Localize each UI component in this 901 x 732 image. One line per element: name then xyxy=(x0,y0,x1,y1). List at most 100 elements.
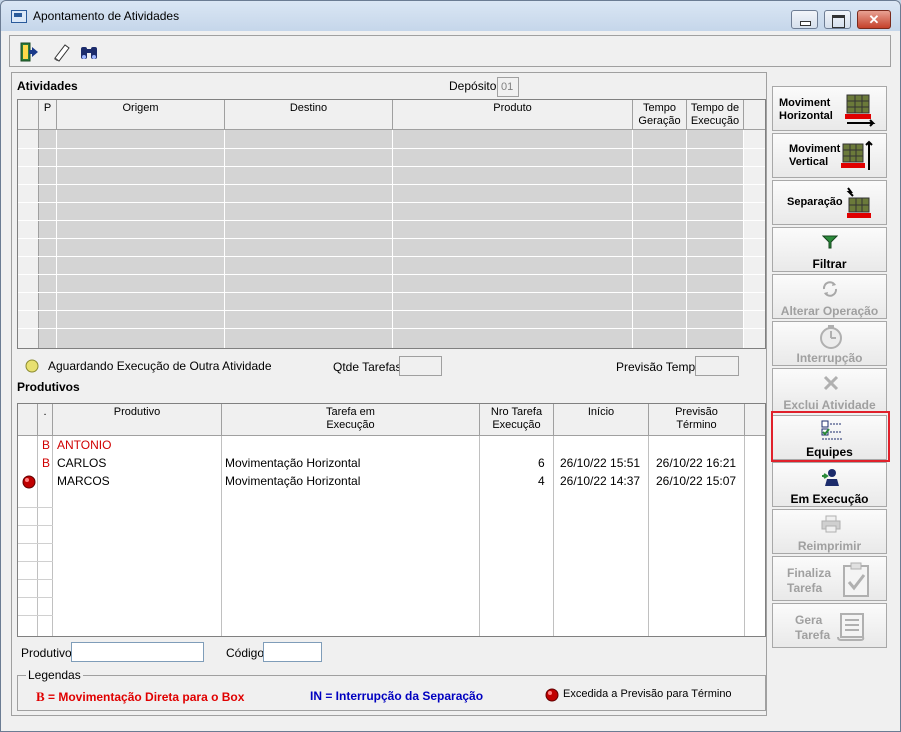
deposito-label: Depósito xyxy=(449,79,497,93)
grid-row-line xyxy=(18,292,765,293)
row-flag: B xyxy=(42,438,51,452)
grid-row-line xyxy=(18,328,765,329)
exclui-atividade-label: Exclui Atividade xyxy=(783,398,876,412)
app-icon xyxy=(11,10,27,23)
col-tarefa[interactable]: Tarefa em Execução xyxy=(222,404,480,436)
grid-column xyxy=(57,130,225,348)
atividades-title: Atividades xyxy=(17,79,78,93)
pallet-horizontal-icon xyxy=(845,94,876,127)
em-execucao-button[interactable]: Em Execução xyxy=(772,462,887,507)
selection-highlight xyxy=(771,411,890,462)
col-dot[interactable]: . xyxy=(38,404,53,436)
legend-title: Legendas xyxy=(26,668,83,682)
exit-button[interactable] xyxy=(16,39,40,63)
col-tempo-geracao[interactable]: Tempo Geração xyxy=(633,100,687,130)
legend-box: Legendas B = Movimentação Direta para o … xyxy=(17,668,766,711)
interrupcao-button[interactable]: Interrupção xyxy=(772,321,887,366)
row-inicio: 26/10/22 15:51 xyxy=(560,456,641,470)
atividades-grid[interactable]: P Origem Destino Produto Tempo Geração T… xyxy=(17,99,766,349)
deposito-field[interactable]: 01 xyxy=(497,77,519,97)
row-produtivo: MARCOS xyxy=(57,474,110,488)
alterar-operacao-label: Alterar Operação xyxy=(780,304,879,318)
gera-tarefa-label: Gera Tarefa xyxy=(795,613,830,643)
grid-row-line xyxy=(18,310,765,311)
moviment-vertical-button[interactable]: Moviment Vertical xyxy=(772,133,887,178)
alterar-operacao-button[interactable]: Alterar Operação xyxy=(772,274,887,319)
separacao-label: Separação xyxy=(787,196,843,208)
moviment-horizontal-button[interactable]: Moviment Horizontal xyxy=(772,86,887,131)
main-window: Apontamento de Atividades ✕ Atividades D… xyxy=(0,0,901,732)
row-flag: B xyxy=(42,456,51,470)
col-previsao-termino[interactable]: Previsão Término xyxy=(649,404,745,436)
row-tarefa: Movimentação Horizontal xyxy=(225,456,361,470)
legend-in: IN = Interrupção da Separação xyxy=(310,689,484,703)
grid-header-filler xyxy=(745,404,765,436)
label-line: Tarefa xyxy=(795,628,831,642)
reimprimir-button[interactable]: Reimprimir xyxy=(772,509,887,554)
produtivo-filter-input[interactable] xyxy=(71,642,204,662)
grid-corner xyxy=(18,100,39,130)
minimize-button[interactable] xyxy=(791,10,818,29)
maximize-button[interactable] xyxy=(824,10,851,29)
col-produtivo[interactable]: Produtivo xyxy=(53,404,222,436)
printer-icon xyxy=(821,515,841,533)
grid-column xyxy=(225,130,393,348)
grid-column xyxy=(39,130,57,348)
separacao-button[interactable]: Separação xyxy=(772,180,887,225)
binoculars-icon xyxy=(81,47,97,59)
filtrar-button[interactable]: Filtrar xyxy=(772,227,887,272)
row-previsao: 26/10/22 16:21 xyxy=(656,456,737,470)
clear-button[interactable] xyxy=(48,39,72,63)
separation-icon xyxy=(846,187,871,218)
aguardando-label: Aguardando Execução de Outra Atividade xyxy=(48,359,272,373)
moviment-vertical-label: Moviment Vertical xyxy=(789,143,840,169)
qtde-tarefas-field xyxy=(399,356,442,376)
col-nro-tarefa[interactable]: Nro Tarefa Execução xyxy=(480,404,554,436)
col-tempo-geracao-line2: Geração xyxy=(638,115,681,127)
legend-b-text: = Movimentação Direta para o Box xyxy=(48,690,245,704)
table-row[interactable]: MARCOS Movimentação Horizontal 4 26/10/2… xyxy=(18,472,765,490)
col-tarefa-line2: Execução xyxy=(326,419,375,431)
label-line: Moviment xyxy=(789,143,841,155)
col-tempo-execucao[interactable]: Tempo de Execução xyxy=(687,100,744,130)
col-p[interactable]: P xyxy=(39,100,57,130)
col-destino[interactable]: Destino xyxy=(225,100,393,130)
qtde-tarefas-label: Qtde Tarefas xyxy=(333,360,402,374)
col-inicio[interactable]: Início xyxy=(554,404,649,436)
clipboard-check-icon xyxy=(843,562,869,597)
finaliza-tarefa-label: Finaliza Tarefa xyxy=(787,566,831,596)
table-row[interactable]: B ANTONIO xyxy=(18,436,765,454)
exclui-atividade-button[interactable]: Exclui Atividade xyxy=(772,368,887,413)
title-bar: Apontamento de Atividades ✕ xyxy=(1,1,900,31)
table-row[interactable]: B CARLOS Movimentação Horizontal 6 26/10… xyxy=(18,454,765,472)
grid-row-line xyxy=(18,561,53,562)
reimprimir-label: Reimprimir xyxy=(797,539,862,553)
search-button[interactable] xyxy=(76,39,100,63)
label-line: Moviment xyxy=(779,97,831,109)
grid-row-line xyxy=(18,202,765,203)
grid-row-line xyxy=(18,148,765,149)
grid-row-line xyxy=(18,615,53,616)
eraser-icon xyxy=(54,44,70,62)
legend-exceeded: Excedida a Previsão para Término xyxy=(563,688,732,700)
row-nro: 6 xyxy=(538,456,545,470)
col-produto[interactable]: Produto xyxy=(393,100,633,130)
user-running-icon xyxy=(822,469,839,486)
grid-row-line xyxy=(18,543,53,544)
col-tempo-geracao-line1: Tempo xyxy=(642,102,677,114)
col-nro-tarefa-line1: Nro Tarefa xyxy=(490,406,543,418)
col-tempo-execucao-line2: Execução xyxy=(690,115,740,127)
label-line: Tarefa xyxy=(787,581,823,595)
exceeded-icon xyxy=(22,475,36,489)
swap-icon xyxy=(822,281,838,297)
finaliza-tarefa-button[interactable]: Finaliza Tarefa xyxy=(772,556,887,601)
codigo-filter-input[interactable] xyxy=(263,642,322,662)
produtivos-title: Produtivos xyxy=(17,380,80,394)
produtivo-filter-label: Produtivo xyxy=(21,646,72,660)
close-button[interactable]: ✕ xyxy=(857,10,891,29)
col-origem[interactable]: Origem xyxy=(57,100,225,130)
grid-row-line xyxy=(18,507,53,508)
produtivos-grid[interactable]: . Produtivo Tarefa em Execução Nro Taref… xyxy=(17,403,766,637)
legend-b-symbol: B xyxy=(36,689,45,704)
gera-tarefa-button[interactable]: Gera Tarefa xyxy=(772,603,887,648)
